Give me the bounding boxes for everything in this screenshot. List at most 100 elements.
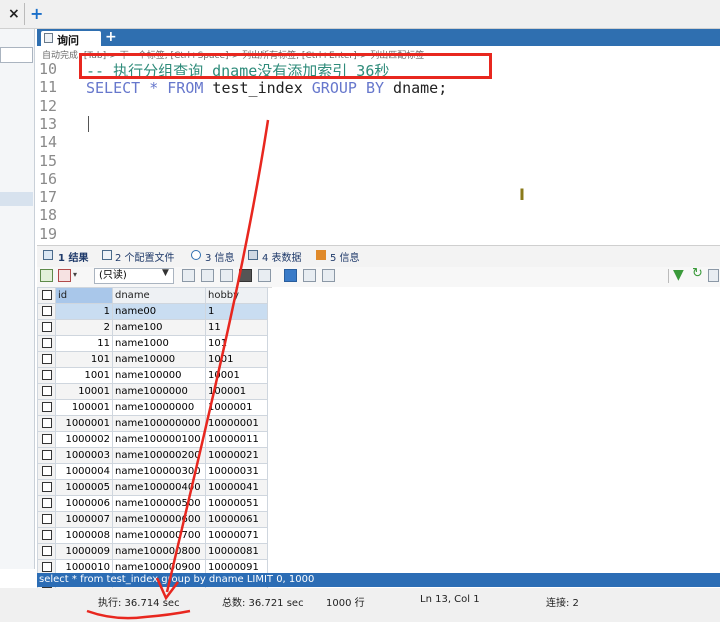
row-checkbox[interactable] bbox=[37, 319, 56, 336]
close-tab-button[interactable]: × bbox=[8, 6, 20, 22]
cell-id[interactable]: 1001 bbox=[55, 367, 113, 384]
cell-id[interactable]: 1000004 bbox=[55, 463, 113, 480]
cell-id[interactable]: 1000001 bbox=[55, 415, 113, 432]
cell-dname[interactable]: name1000000 bbox=[112, 383, 206, 400]
cell-hobby[interactable]: 10000031 bbox=[205, 463, 268, 480]
new-query-tab-button[interactable]: + bbox=[105, 29, 117, 45]
cell-dname[interactable]: name100000100 bbox=[112, 431, 206, 448]
cell-id[interactable]: 1000005 bbox=[55, 479, 113, 496]
object-filter-input[interactable] bbox=[0, 47, 33, 63]
cell-id[interactable]: 101 bbox=[55, 351, 113, 368]
cell-hobby[interactable]: 10000071 bbox=[205, 527, 268, 544]
row-checkbox[interactable] bbox=[37, 495, 56, 512]
delete-icon[interactable] bbox=[239, 269, 252, 282]
column-header-dname[interactable]: dname bbox=[112, 287, 206, 304]
cell-hobby[interactable]: 1 bbox=[205, 303, 268, 320]
cell-hobby[interactable]: 10000051 bbox=[205, 495, 268, 512]
cell-hobby[interactable]: 10000061 bbox=[205, 511, 268, 528]
row-checkbox[interactable] bbox=[37, 383, 56, 400]
object-browser-selected-item[interactable] bbox=[0, 192, 33, 206]
table-row[interactable]: 2 name100 11 bbox=[37, 319, 268, 336]
row-checkbox[interactable] bbox=[37, 431, 56, 448]
select-all-checkbox[interactable] bbox=[37, 287, 56, 304]
cell-dname[interactable]: name100000200 bbox=[112, 447, 206, 464]
settings-icon[interactable] bbox=[708, 269, 719, 282]
import-dropdown-icon[interactable]: ▾ bbox=[73, 270, 77, 279]
cell-dname[interactable]: name100000 bbox=[112, 367, 206, 384]
row-checkbox[interactable] bbox=[37, 527, 56, 544]
cell-hobby[interactable]: 10000021 bbox=[205, 447, 268, 464]
cell-hobby[interactable]: 101 bbox=[205, 335, 268, 352]
column-header-id[interactable]: id bbox=[55, 287, 113, 304]
new-tab-button[interactable]: + bbox=[30, 4, 43, 23]
cell-dname[interactable]: name100000000 bbox=[112, 415, 206, 432]
cell-hobby[interactable]: 1000001 bbox=[205, 399, 268, 416]
table-row[interactable]: 101 name10000 1001 bbox=[37, 351, 268, 368]
tab-table-data[interactable]: 4 表数据 bbox=[262, 249, 302, 264]
row-checkbox[interactable] bbox=[37, 399, 56, 416]
cell-dname[interactable]: name100 bbox=[112, 319, 206, 336]
filter-icon[interactable]: ▼ bbox=[673, 267, 684, 283]
cell-id[interactable]: 1000002 bbox=[55, 431, 113, 448]
refresh-grid-icon[interactable] bbox=[258, 269, 271, 282]
cell-id[interactable]: 10001 bbox=[55, 383, 113, 400]
cell-id[interactable]: 1000008 bbox=[55, 527, 113, 544]
cell-hobby[interactable]: 1001 bbox=[205, 351, 268, 368]
cell-hobby[interactable]: 10000041 bbox=[205, 479, 268, 496]
row-checkbox[interactable] bbox=[37, 463, 56, 480]
table-row[interactable]: 10001 name1000000 100001 bbox=[37, 383, 268, 400]
import-icon[interactable] bbox=[58, 269, 71, 282]
cell-id[interactable]: 1 bbox=[55, 303, 113, 320]
cell-hobby[interactable]: 10000001 bbox=[205, 415, 268, 432]
table-row[interactable]: 1001 name100000 10001 bbox=[37, 367, 268, 384]
cell-hobby[interactable]: 100001 bbox=[205, 383, 268, 400]
table-row[interactable]: 1000008 name100000700 10000071 bbox=[37, 527, 268, 544]
cell-hobby[interactable]: 10001 bbox=[205, 367, 268, 384]
table-row[interactable]: 1000006 name100000500 10000051 bbox=[37, 495, 268, 512]
cell-dname[interactable]: name1000 bbox=[112, 335, 206, 352]
cell-dname[interactable]: name10000000 bbox=[112, 399, 206, 416]
text-view-icon[interactable] bbox=[322, 269, 335, 282]
cell-dname[interactable]: name100000400 bbox=[112, 479, 206, 496]
column-header-hobby[interactable]: hobby bbox=[205, 287, 268, 304]
table-row[interactable]: 1000009 name100000800 10000081 bbox=[37, 543, 268, 560]
cell-dname[interactable]: name00 bbox=[112, 303, 206, 320]
cell-dname[interactable]: name100000600 bbox=[112, 511, 206, 528]
save-icon[interactable] bbox=[220, 269, 233, 282]
row-checkbox[interactable] bbox=[37, 447, 56, 464]
cell-dname[interactable]: name100000800 bbox=[112, 543, 206, 560]
row-checkbox[interactable] bbox=[37, 511, 56, 528]
cell-id[interactable]: 1000007 bbox=[55, 511, 113, 528]
tab-result[interactable]: 1 结果 bbox=[58, 249, 88, 264]
cell-id[interactable]: 1000003 bbox=[55, 447, 113, 464]
tab-info-2[interactable]: 5 信息 bbox=[330, 249, 360, 264]
form-view-icon[interactable] bbox=[303, 269, 316, 282]
export-icon[interactable] bbox=[40, 269, 53, 282]
table-row[interactable]: 11 name1000 101 bbox=[37, 335, 268, 352]
table-row[interactable]: 1000004 name100000300 10000031 bbox=[37, 463, 268, 480]
cell-id[interactable]: 1000009 bbox=[55, 543, 113, 560]
row-checkbox[interactable] bbox=[37, 479, 56, 496]
cell-dname[interactable]: name10000 bbox=[112, 351, 206, 368]
cell-dname[interactable]: name100000700 bbox=[112, 527, 206, 544]
cell-id[interactable]: 100001 bbox=[55, 399, 113, 416]
cell-id[interactable]: 1000006 bbox=[55, 495, 113, 512]
row-checkbox[interactable] bbox=[37, 543, 56, 560]
tab-info[interactable]: 3 信息 bbox=[205, 249, 235, 264]
table-row[interactable]: 1000003 name100000200 10000021 bbox=[37, 447, 268, 464]
grid-view-icon[interactable] bbox=[284, 269, 297, 282]
table-row[interactable]: 1000005 name100000400 10000041 bbox=[37, 479, 268, 496]
insert-row-icon[interactable] bbox=[182, 269, 195, 282]
cell-hobby[interactable]: 10000011 bbox=[205, 431, 268, 448]
table-row[interactable]: 1 name00 1 bbox=[37, 303, 268, 320]
table-row[interactable]: 1000007 name100000600 10000061 bbox=[37, 511, 268, 528]
row-checkbox[interactable] bbox=[37, 303, 56, 320]
cell-hobby[interactable]: 10000081 bbox=[205, 543, 268, 560]
cell-id[interactable]: 2 bbox=[55, 319, 113, 336]
row-checkbox[interactable] bbox=[37, 335, 56, 352]
cell-dname[interactable]: name100000300 bbox=[112, 463, 206, 480]
cell-dname[interactable]: name100000500 bbox=[112, 495, 206, 512]
reload-icon[interactable]: ↻ bbox=[692, 266, 703, 281]
tab-profile[interactable]: 2 个配置文件 bbox=[115, 249, 175, 264]
row-checkbox[interactable] bbox=[37, 415, 56, 432]
